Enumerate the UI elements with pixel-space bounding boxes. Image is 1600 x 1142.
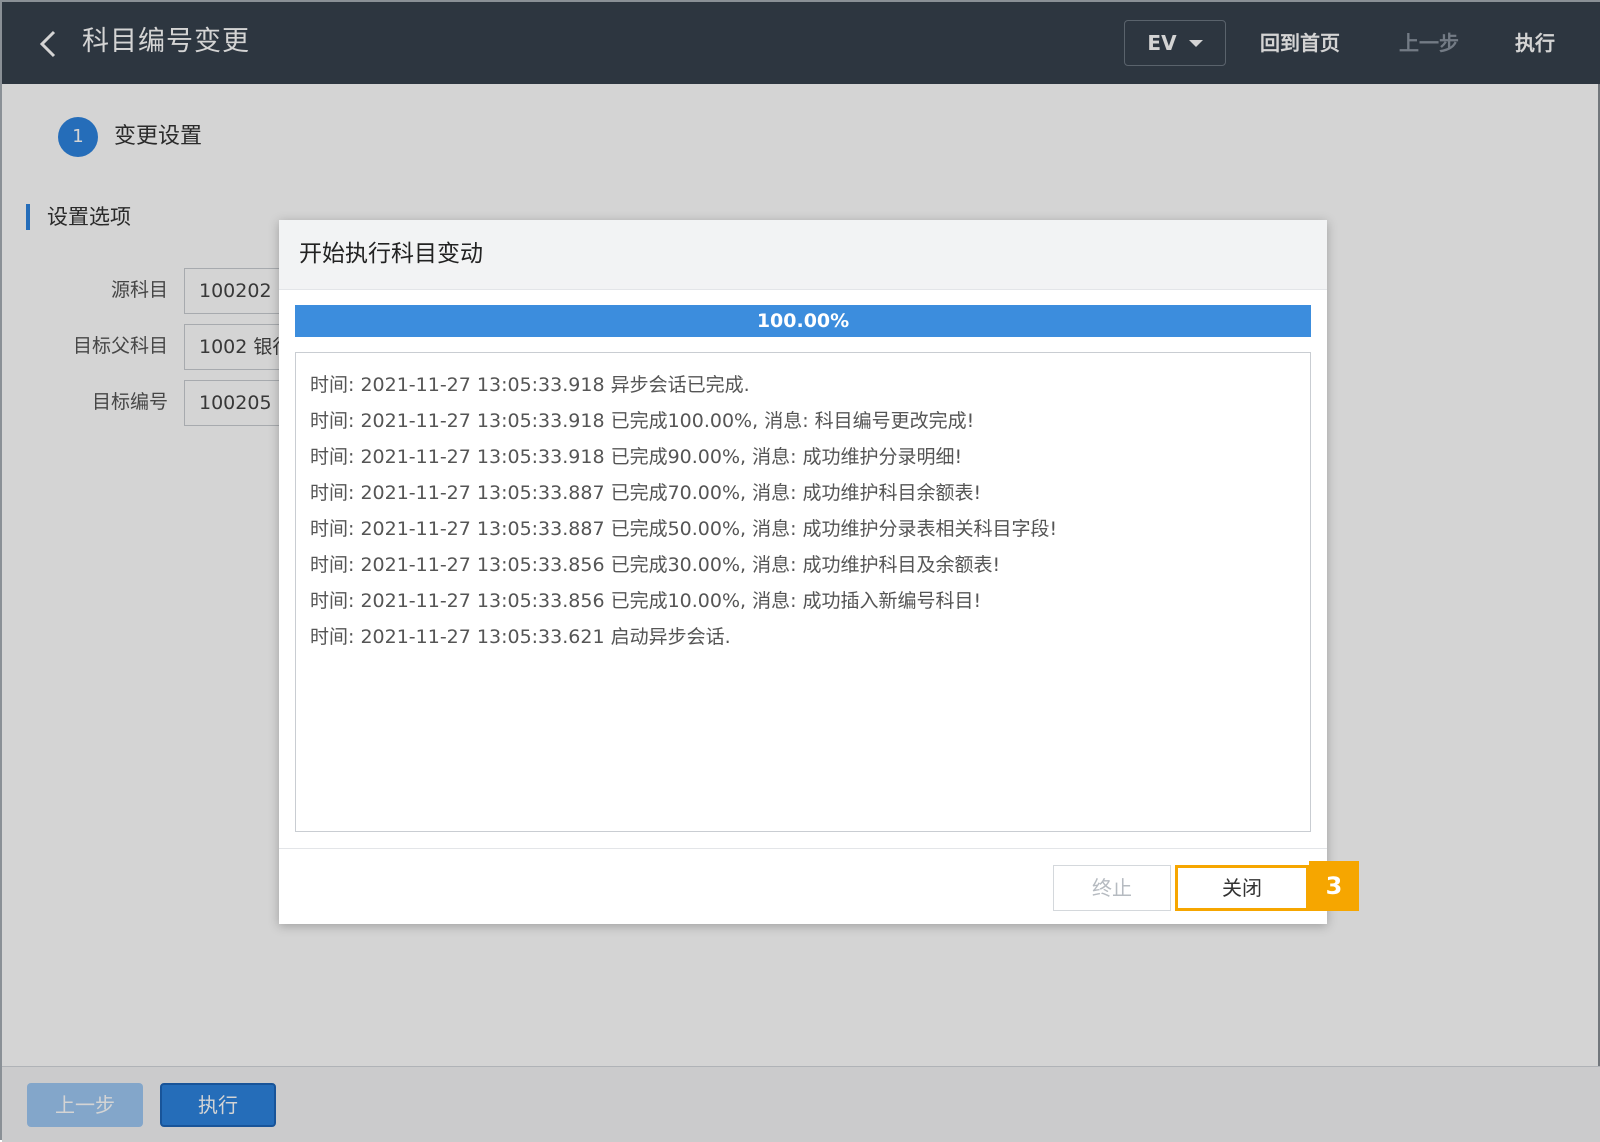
log-line: 时间: 2021-11-27 13:05:33.856 已完成10.00%, 消… bbox=[310, 590, 982, 612]
progress-text: 100.00% bbox=[756, 310, 850, 332]
log-line: 时间: 2021-11-27 13:05:33.887 已完成50.00%, 消… bbox=[310, 518, 1058, 540]
step-annotation-badge: 3 bbox=[1309, 861, 1359, 911]
log-line: 时间: 2021-11-27 13:05:33.918 异步会话已完成. bbox=[310, 374, 750, 396]
log-line: 时间: 2021-11-27 13:05:33.918 已完成90.00%, 消… bbox=[310, 446, 963, 468]
dialog-title: 开始执行科目变动 bbox=[299, 241, 483, 267]
app-window: 科目编号变更 EV 回到首页 上一步 执行 1 变更设置 设置选项 源科目 10… bbox=[0, 0, 1600, 1142]
log-line: 时间: 2021-11-27 13:05:33.856 已完成30.00%, 消… bbox=[310, 554, 1001, 576]
dialog-header: 开始执行科目变动 bbox=[279, 220, 1327, 290]
stop-button[interactable]: 终止 bbox=[1053, 865, 1171, 911]
dialog-footer: 终止 关闭 bbox=[279, 848, 1327, 924]
log-line: 时间: 2021-11-27 13:05:33.621 启动异步会话. bbox=[310, 626, 731, 648]
log-panel[interactable]: 时间: 2021-11-27 13:05:33.918 异步会话已完成. 时间:… bbox=[295, 352, 1311, 832]
close-button[interactable]: 关闭 bbox=[1175, 865, 1309, 911]
progress-bar: 100.00% bbox=[295, 305, 1311, 337]
log-line: 时间: 2021-11-27 13:05:33.918 已完成100.00%, … bbox=[310, 410, 975, 432]
log-line: 时间: 2021-11-27 13:05:33.887 已完成70.00%, 消… bbox=[310, 482, 982, 504]
execution-dialog: 开始执行科目变动 100.00% 时间: 2021-11-27 13:05:33… bbox=[279, 220, 1327, 924]
